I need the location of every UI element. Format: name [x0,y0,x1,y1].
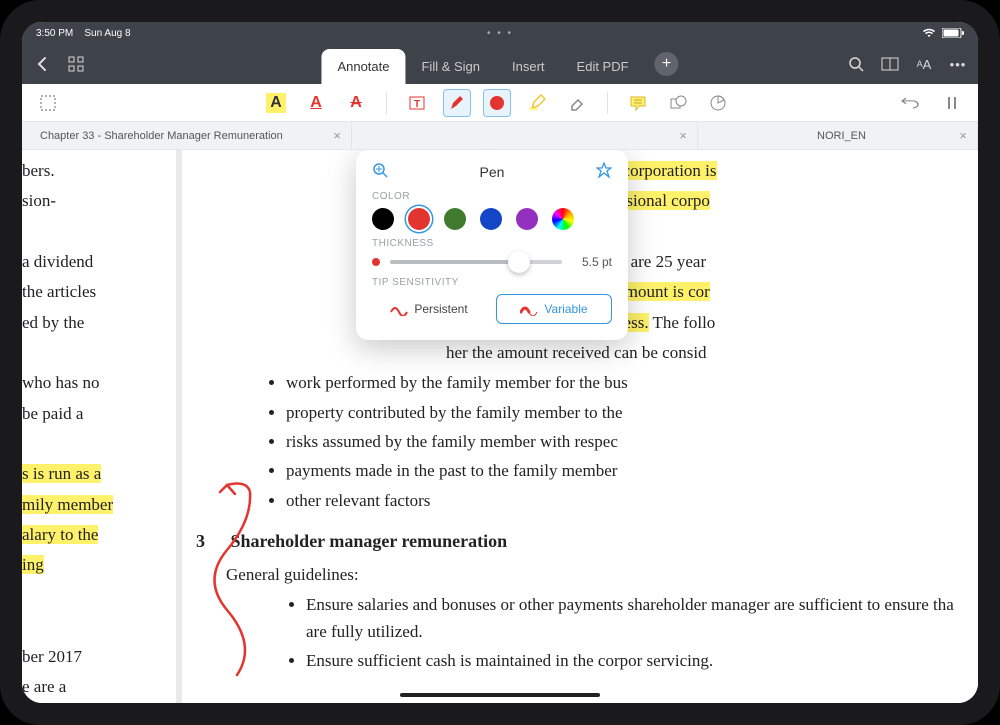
highlighted-text: s is run as a [22,464,101,483]
list-item: risks assumed by the family member with … [286,429,978,455]
document-tab-spacer: × [352,122,698,149]
document-content-area: bers. sion- a dividend the articles ed b… [22,150,978,703]
main-toolbar: Annotate Fill & Sign Insert Edit PDF + A… [22,44,978,84]
highlighted-text: ing [22,555,44,574]
text-line: General guidelines: [196,562,978,588]
book-view-icon[interactable] [880,54,900,74]
text-line: The follo [649,313,716,332]
pen-color-indicator[interactable] [483,89,511,117]
close-tab-2-icon[interactable]: × [959,128,967,143]
document-tab-1-label: Chapter 33 - Shareholder Manager Remuner… [40,130,283,142]
sticky-note-icon[interactable] [624,89,652,117]
back-button[interactable] [32,54,52,74]
more-icon[interactable]: ••• [948,54,968,74]
left-document-panel[interactable]: bers. sion- a dividend the articles ed b… [22,150,182,703]
text-line: ber 2017 [22,644,168,670]
add-tab-button[interactable]: + [655,52,679,76]
color-swatch-green[interactable] [444,208,466,230]
tip-variable-label: Variable [544,302,587,316]
highlighted-text: mily member [22,495,113,514]
grid-view-icon[interactable] [66,54,86,74]
text-line: a dividend [22,249,168,275]
text-line: be paid a [22,401,168,427]
home-indicator[interactable] [400,693,600,697]
shape-tool-icon[interactable] [664,89,692,117]
thickness-preview-dot [372,258,380,266]
annotate-toolbar: A A A T [22,84,978,122]
wifi-icon [922,28,936,38]
tip-persistent-button[interactable]: Persistent [372,294,486,324]
tip-variable-button[interactable]: Variable [496,294,612,324]
color-swatch-blue[interactable] [480,208,502,230]
status-time: 3:50 PM [36,28,73,39]
tip-persistent-label: Persistent [414,302,467,316]
close-tab-spacer-icon[interactable]: × [679,128,687,143]
highlight-text-icon[interactable]: A [262,89,290,117]
text-line: ed by the [22,310,168,336]
ipad-status-bar: 3:50 PM Sun Aug 8 • • • [22,22,978,44]
list-item: property contributed by the family membe… [286,400,978,426]
status-date: Sun Aug 8 [84,28,130,39]
text-box-icon[interactable]: T [403,89,431,117]
eraser-tool-icon[interactable] [563,89,591,117]
document-tab-2-label: NORI_EN [817,130,866,142]
panel-toggle-icon[interactable] [938,89,966,117]
pen-tool-icon[interactable] [443,89,471,117]
document-tab-1[interactable]: Chapter 33 - Shareholder Manager Remuner… [22,122,352,149]
list-item: other relevant factors [286,488,978,514]
search-icon[interactable] [846,54,866,74]
color-swatch-black[interactable] [372,208,394,230]
pen-annotation-stroke [182,480,312,680]
strikethrough-text-icon[interactable]: A [342,89,370,117]
pen-settings-popover: Pen COLOR THICKNESS [356,150,628,340]
color-section-label: COLOR [372,191,612,202]
document-tab-2[interactable]: NORI_EN × [698,122,978,149]
popover-title: Pen [480,164,505,180]
thickness-value: 5.5 pt [572,255,612,269]
favorite-star-icon[interactable] [596,162,612,181]
chart-tool-icon[interactable] [704,89,732,117]
list-item: work performed by the family member for … [286,370,978,396]
tip-section-label: TIP SENSITIVITY [372,277,612,288]
text-line: e are a [22,674,168,700]
tab-insert[interactable]: Insert [496,49,561,84]
tab-edit-pdf[interactable]: Edit PDF [561,49,645,84]
svg-text:T: T [414,99,420,110]
battery-icon [942,28,964,38]
color-swatch-red[interactable] [408,208,430,230]
close-tab-1-icon[interactable]: × [333,128,341,143]
text-line: bers. [22,158,168,184]
list-item: payments made in the past to the family … [286,458,978,484]
tab-fill-sign[interactable]: Fill & Sign [405,49,496,84]
list-item: Ensure sufficient cash is maintained in … [306,648,978,674]
multitask-dots-icon[interactable]: • • • [487,28,513,39]
highlighter-tool-icon[interactable] [523,89,551,117]
undo-icon[interactable] [896,89,924,117]
thickness-slider[interactable] [390,260,562,264]
text-size-icon[interactable]: AA [914,54,934,74]
text-line: the articles [22,279,168,305]
color-swatch-purple[interactable] [516,208,538,230]
thickness-section-label: THICKNESS [372,238,612,249]
underline-text-icon[interactable]: A [302,89,330,117]
wand-icon[interactable] [372,162,388,181]
selection-tool-icon[interactable] [34,89,62,117]
list-item: Ensure salaries and bonuses or other pay… [306,592,978,645]
highlighted-text: alary to the [22,525,98,544]
text-line: who has no [22,370,168,396]
text-line: her the amount received can be consid [446,340,978,366]
text-line: sion- [22,188,168,214]
tab-annotate[interactable]: Annotate [321,49,405,84]
document-tab-bar: Chapter 33 - Shareholder Manager Remuner… [22,122,978,150]
color-swatch-custom[interactable] [552,208,574,230]
